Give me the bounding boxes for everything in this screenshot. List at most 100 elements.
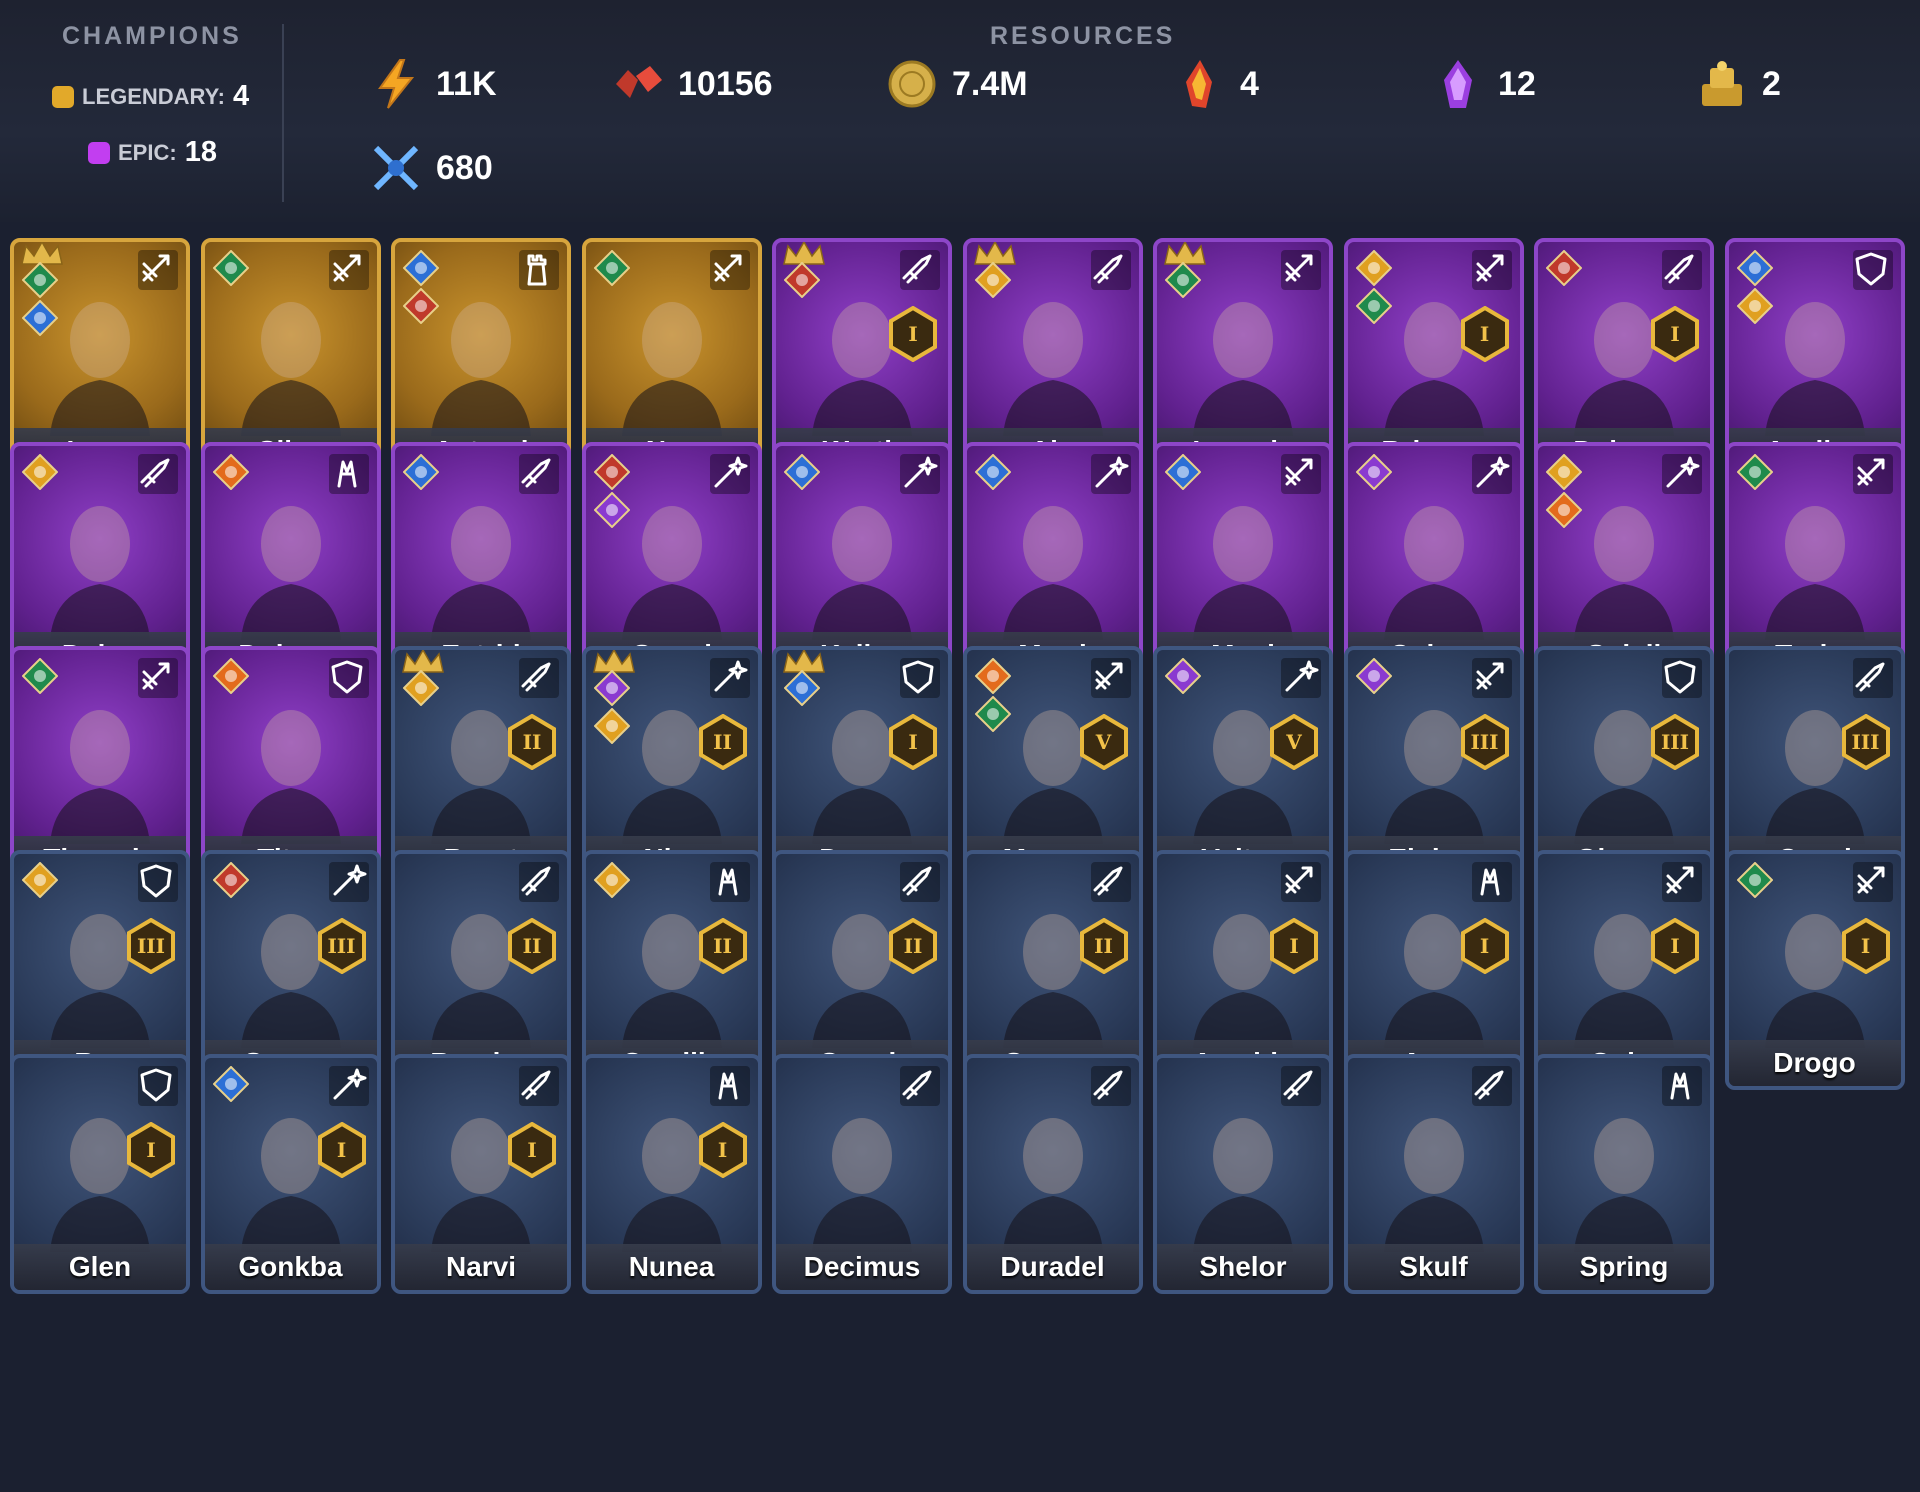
spirit-affinity-icon — [212, 862, 249, 898]
void-affinity-icon — [22, 862, 58, 898]
sword-icon — [900, 1066, 940, 1106]
void-shard-icon — [1444, 60, 1472, 108]
rank-label: I — [1479, 322, 1490, 346]
champion-card-gonkba[interactable]: I Gonkba — [200, 1054, 381, 1294]
resources-title: RESOURCES — [990, 22, 1176, 50]
resource-arena[interactable]: 680 — [370, 142, 493, 194]
champion-card-shelor[interactable]: Shelor — [1153, 1054, 1333, 1294]
rank-label: I — [146, 1138, 156, 1162]
gold-tokens-icon — [1702, 61, 1742, 106]
resource-fire-shard[interactable]: 4 — [1174, 58, 1259, 110]
sword-icon — [519, 862, 559, 902]
champion-portrait — [812, 1118, 912, 1252]
resource-energy[interactable]: 11K — [370, 58, 497, 110]
rank-label: II — [713, 934, 732, 958]
resource-gold-tokens[interactable]: 2 — [1696, 58, 1781, 110]
attack-icon — [328, 250, 369, 290]
sword-icon — [519, 1066, 559, 1106]
champion-card-narvi[interactable]: I Narvi — [391, 1054, 571, 1294]
rank-label: V — [1095, 730, 1112, 754]
rank-badge: I — [1460, 305, 1510, 363]
fire-affinity-icon — [1546, 492, 1582, 528]
champion-portrait — [1193, 506, 1293, 640]
champion-portrait — [240, 710, 341, 844]
rank-label: I — [1289, 934, 1299, 958]
magic-affinity-icon — [22, 300, 58, 336]
champion-name: Spring — [1538, 1244, 1710, 1290]
rank-label: III — [1660, 730, 1690, 754]
rank-label: I — [908, 322, 918, 346]
swirl-affinity-icon — [1355, 658, 1392, 694]
shield-icon — [1852, 250, 1893, 290]
attack-icon — [1281, 250, 1321, 290]
wand-icon — [709, 454, 750, 494]
rank-badge: II — [507, 917, 557, 975]
wand-icon — [1662, 454, 1702, 494]
attack-icon — [1852, 862, 1893, 902]
wand-icon — [900, 454, 940, 494]
champion-grid: IovarSilasAstraelNyxIWrathAinLuneriaIBri… — [10, 238, 1910, 1484]
rank-label: V — [1286, 730, 1302, 754]
magic-affinity-icon — [784, 670, 820, 706]
attack-icon — [1471, 658, 1512, 698]
fire-shard-value: 4 — [1240, 64, 1259, 103]
resource-rubies[interactable]: 10156 — [612, 58, 773, 110]
rank-badge: I — [1650, 917, 1700, 975]
attack-icon — [1852, 454, 1893, 494]
champion-card-duradel[interactable]: Duradel — [962, 1054, 1143, 1294]
sword-icon — [900, 862, 940, 902]
rank-badge: I — [317, 1121, 367, 1179]
champion-card-spring[interactable]: Spring — [1534, 1054, 1714, 1294]
champion-name: Narvi — [395, 1244, 567, 1290]
magic-affinity-icon — [1736, 250, 1773, 286]
swirl-affinity-icon — [593, 670, 630, 706]
champion-portrait — [1764, 302, 1865, 436]
support-icon — [1662, 1066, 1702, 1106]
epic-count-value: 18 — [184, 136, 217, 168]
sword-icon — [1090, 862, 1131, 902]
attack-icon — [1090, 658, 1131, 698]
fire-affinity-icon — [212, 454, 249, 490]
wand-icon — [328, 1066, 369, 1106]
tower-icon — [519, 250, 559, 290]
rank-badge: I — [507, 1121, 557, 1179]
rank-label: I — [908, 730, 918, 754]
rubies-value: 10156 — [678, 64, 773, 103]
wand-icon — [709, 658, 750, 698]
magic-affinity-icon — [403, 250, 439, 286]
shield-icon — [328, 658, 369, 698]
void-affinity-icon — [593, 862, 630, 898]
champion-name: Duradel — [966, 1244, 1139, 1290]
shield-icon — [1662, 658, 1702, 698]
champion-card-glen[interactable]: I Glen — [10, 1054, 190, 1294]
champion-portrait — [50, 710, 150, 844]
void-affinity-icon — [1355, 250, 1392, 286]
void-affinity-icon — [974, 262, 1011, 298]
rank-badge: III — [126, 917, 176, 975]
champion-card-drogo[interactable]: I Drogo — [1724, 850, 1905, 1090]
resource-gold[interactable]: 7.4M — [886, 58, 1028, 110]
rubies-icon — [616, 66, 662, 98]
rank-label: I — [336, 1138, 347, 1162]
champion-card-decimus[interactable]: Decimus — [772, 1054, 952, 1294]
champion-card-skulf[interactable]: Skulf — [1343, 1054, 1524, 1294]
champion-portrait — [1574, 1118, 1674, 1252]
champion-portrait — [1002, 506, 1103, 640]
resource-void-shard[interactable]: 12 — [1432, 58, 1536, 110]
champion-card-nunea[interactable]: I Nunea — [581, 1054, 762, 1294]
epic-label: EPIC: — [118, 139, 177, 165]
magic-affinity-icon — [212, 1066, 249, 1102]
attack-icon — [1281, 454, 1321, 494]
force-affinity-icon — [593, 250, 630, 286]
magic-affinity-icon — [784, 454, 820, 490]
sword-icon — [900, 250, 940, 290]
rank-badge: III — [1841, 713, 1891, 771]
swirl-affinity-icon — [593, 492, 630, 528]
rank-badge: V — [1269, 713, 1319, 771]
rank-badge: III — [1650, 713, 1700, 771]
force-affinity-icon — [1736, 454, 1773, 490]
force-affinity-icon — [1165, 262, 1201, 298]
champion-portrait — [1574, 506, 1674, 640]
champion-name: Nunea — [585, 1244, 758, 1290]
void-affinity-icon — [593, 708, 630, 744]
